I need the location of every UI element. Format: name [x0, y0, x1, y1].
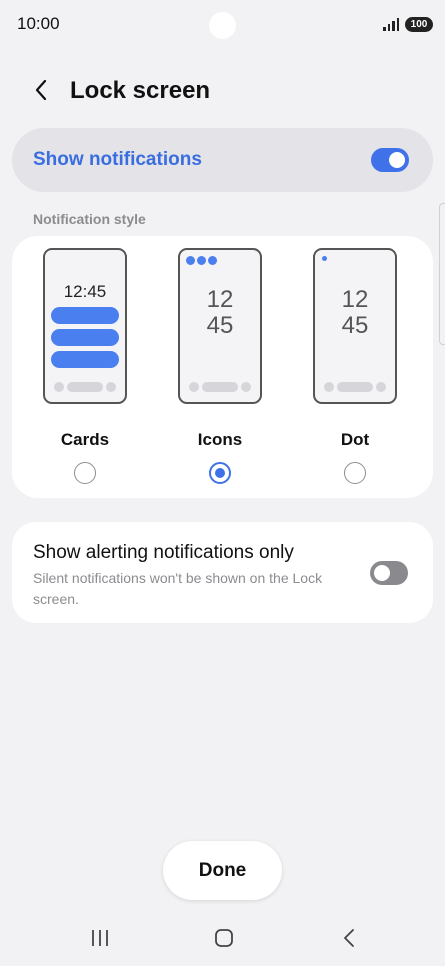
- home-button[interactable]: [204, 918, 244, 958]
- style-option-icons[interactable]: 12 45 Icons: [178, 248, 268, 488]
- status-time: 10:00: [17, 14, 60, 33]
- toggle-knob: [389, 152, 405, 168]
- battery-icon: 100: [405, 17, 433, 32]
- chevron-left-icon: [35, 79, 47, 101]
- page-header: Lock screen: [0, 70, 445, 112]
- done-button[interactable]: Done: [163, 841, 282, 900]
- show-notifications-label: Show notifications: [33, 149, 202, 170]
- back-icon: [344, 929, 354, 947]
- toggle-knob: [374, 565, 390, 581]
- recents-icon: [92, 930, 108, 946]
- preview-navbar: [324, 382, 386, 392]
- cards-radio[interactable]: [74, 462, 96, 484]
- nav-back-button[interactable]: [329, 918, 369, 958]
- notification-card-pill: [51, 307, 119, 324]
- preview-navbar: [189, 382, 251, 392]
- alerting-only-subtitle: Silent notifications won't be shown on t…: [33, 570, 323, 607]
- notification-card-pill: [51, 329, 119, 346]
- style-option-cards[interactable]: 12:45 Cards: [43, 248, 133, 488]
- preview-navbar: [54, 382, 116, 392]
- notification-card-pill: [51, 351, 119, 368]
- show-notifications-row[interactable]: Show notifications: [12, 128, 433, 192]
- icons-radio[interactable]: [209, 462, 231, 484]
- cards-preview: 12:45: [43, 248, 127, 404]
- notification-style-card: 12:45 Cards 12 45 Icons 12 45 Dot: [12, 236, 433, 498]
- page-title: Lock screen: [70, 77, 211, 104]
- cards-label: Cards: [60, 430, 110, 449]
- notification-dot: [322, 256, 327, 261]
- dot-preview: 12 45: [313, 248, 397, 404]
- system-navigation-bar: [0, 918, 445, 958]
- notification-icons: [186, 256, 217, 265]
- icons-label: Icons: [197, 430, 243, 449]
- scroll-handle[interactable]: [439, 203, 445, 345]
- style-option-dot[interactable]: 12 45 Dot: [313, 248, 403, 488]
- cards-preview-time: 12:45: [63, 282, 107, 301]
- dot-preview-time: 12 45: [341, 286, 369, 339]
- icons-preview-time: 12 45: [206, 286, 234, 339]
- alerting-only-row[interactable]: Show alerting notifications only Silent …: [12, 522, 433, 623]
- home-icon: [215, 929, 233, 947]
- alerting-only-title: Show alerting notifications only: [33, 542, 294, 563]
- recents-button[interactable]: [80, 918, 120, 958]
- dot-label: Dot: [340, 430, 370, 449]
- back-button[interactable]: [28, 76, 56, 104]
- signal-icon: [383, 18, 399, 31]
- notification-style-heading: Notification style: [33, 211, 146, 227]
- camera-cutout: [209, 12, 236, 39]
- show-notifications-toggle[interactable]: [371, 148, 409, 172]
- status-bar: 10:00 100: [0, 0, 445, 50]
- dot-radio[interactable]: [344, 462, 366, 484]
- icons-preview: 12 45: [178, 248, 262, 404]
- alerting-only-toggle[interactable]: [370, 561, 408, 585]
